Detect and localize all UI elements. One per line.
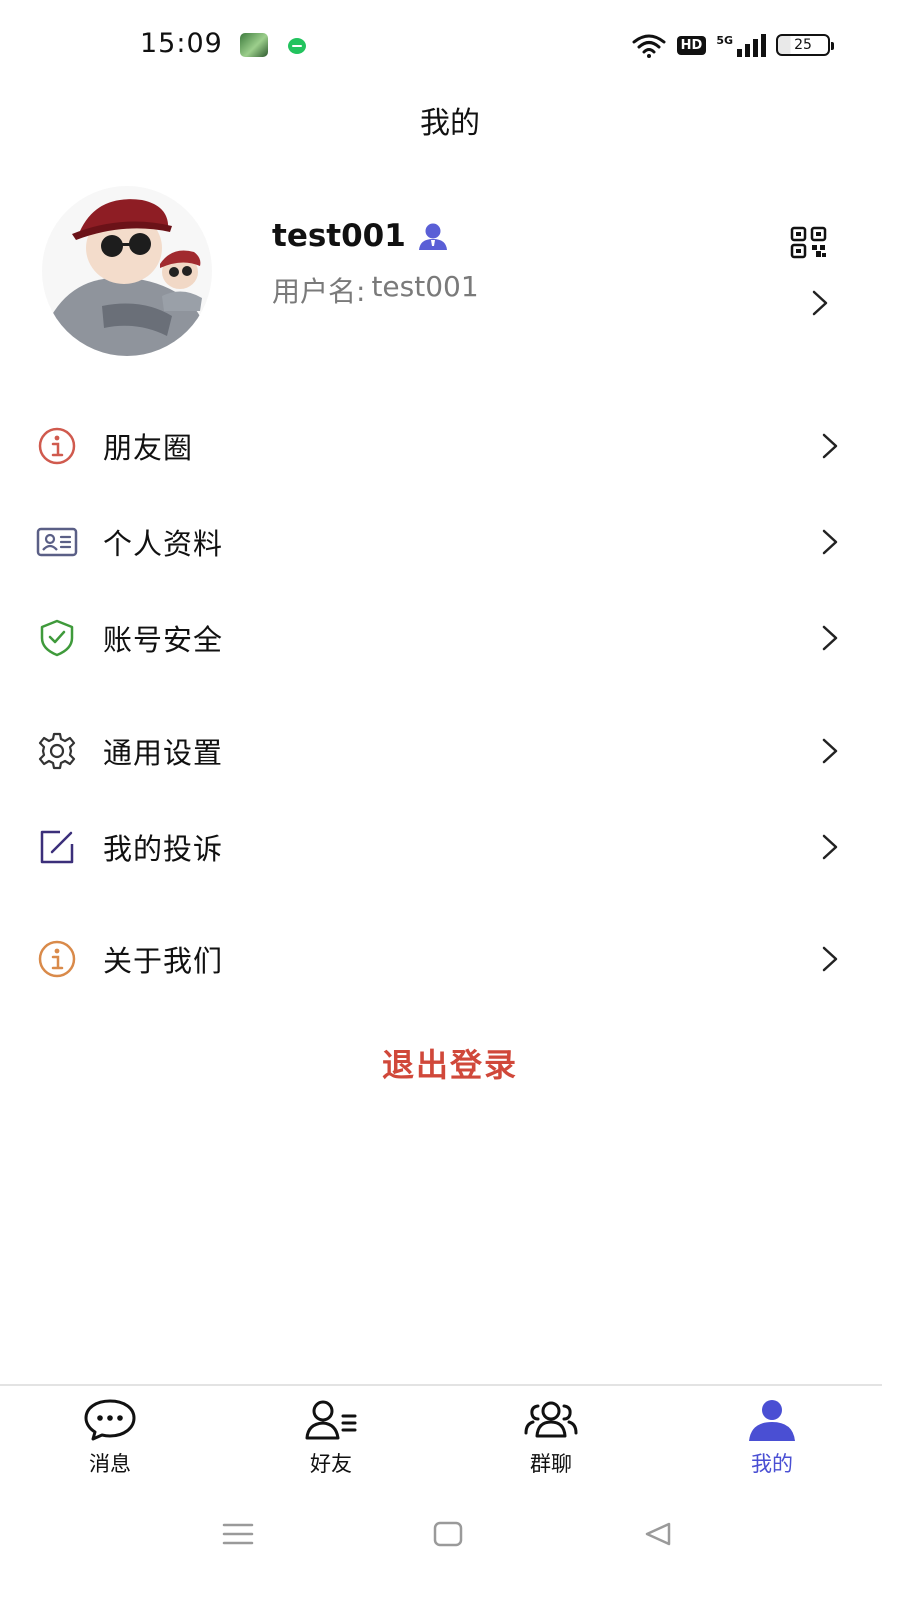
hd-badge: HD xyxy=(676,35,707,55)
tab-me[interactable]: 我的 xyxy=(717,1398,827,1488)
wifi-icon xyxy=(632,34,666,58)
home-icon[interactable] xyxy=(426,1512,470,1556)
edit-square-icon xyxy=(36,826,78,868)
menu-item-general-settings[interactable]: 通用设置 xyxy=(0,703,900,799)
username-value: test001 xyxy=(371,270,479,303)
profile-display-name: test001 xyxy=(272,218,406,254)
menu-item-label: 账号安全 xyxy=(103,623,224,657)
menu-item-label: 关于我们 xyxy=(103,944,224,978)
tab-label: 群聊 xyxy=(530,1452,572,1476)
menu-item-label: 通用设置 xyxy=(103,736,224,770)
contacts-icon xyxy=(303,1398,359,1442)
shield-check-icon xyxy=(36,617,78,659)
gear-icon xyxy=(36,730,78,772)
status-indicators: HD 5G 25 xyxy=(631,28,834,62)
menu-item-profile[interactable]: 个人资料 xyxy=(0,494,900,590)
menu-item-about-us[interactable]: 关于我们 xyxy=(0,911,900,1007)
avatar[interactable] xyxy=(42,186,212,356)
qr-code-icon[interactable] xyxy=(790,226,830,260)
battery-icon: 25 xyxy=(776,34,834,56)
profile-username: 用户名: test001 xyxy=(272,270,479,310)
status-time: 15:09 xyxy=(140,28,223,59)
id-card-icon xyxy=(36,521,78,563)
status-bar: 15:09 HD 5G 25 xyxy=(0,0,900,92)
menu-item-moments[interactable]: 朋友圈 xyxy=(0,398,900,494)
chat-bubble-icon xyxy=(82,1398,138,1442)
tab-messages[interactable]: 消息 xyxy=(55,1398,165,1488)
chevron-right-icon xyxy=(822,738,838,764)
chevron-right-icon xyxy=(822,625,838,651)
tab-group-chat[interactable]: 群聊 xyxy=(496,1398,606,1488)
menu-item-label: 我的投诉 xyxy=(103,832,224,866)
info-circle-icon xyxy=(36,938,78,980)
username-label: 用户名: xyxy=(272,275,366,308)
chevron-right-icon xyxy=(822,529,838,555)
signal-icon: 5G xyxy=(716,33,766,57)
bottom-tab-bar: 消息 好友 群聊 我的 xyxy=(0,1384,882,1494)
tab-friends[interactable]: 好友 xyxy=(276,1398,386,1488)
logout-button[interactable]: 退出登录 xyxy=(0,1040,900,1086)
person-icon xyxy=(744,1398,800,1442)
chevron-right-icon xyxy=(822,433,838,459)
tab-label: 消息 xyxy=(89,1452,131,1476)
menu-item-label: 朋友圈 xyxy=(103,431,194,465)
info-circle-icon xyxy=(36,425,78,467)
profile-chevron-right-icon[interactable] xyxy=(808,288,832,318)
page-title: 我的 xyxy=(420,106,480,141)
app-notification-icon xyxy=(240,33,268,57)
profile-name-row: test001 xyxy=(272,218,450,254)
chevron-right-icon xyxy=(822,834,838,860)
battery-level: 25 xyxy=(794,37,812,53)
menu-item-account-security[interactable]: 账号安全 xyxy=(0,590,900,686)
tab-label: 好友 xyxy=(310,1452,352,1476)
chevron-right-icon xyxy=(822,946,838,972)
signal-5g-label: 5G xyxy=(716,34,733,47)
tab-label: 我的 xyxy=(751,1452,793,1476)
user-badge-icon xyxy=(418,223,447,250)
menu-item-label: 个人资料 xyxy=(103,527,224,561)
group-icon xyxy=(523,1398,579,1442)
menu-item-my-complaints[interactable]: 我的投诉 xyxy=(0,799,900,895)
system-navigation-bar xyxy=(0,1494,900,1600)
back-icon[interactable] xyxy=(636,1512,680,1556)
menu-icon[interactable] xyxy=(216,1512,260,1556)
message-notification-icon xyxy=(288,38,306,54)
